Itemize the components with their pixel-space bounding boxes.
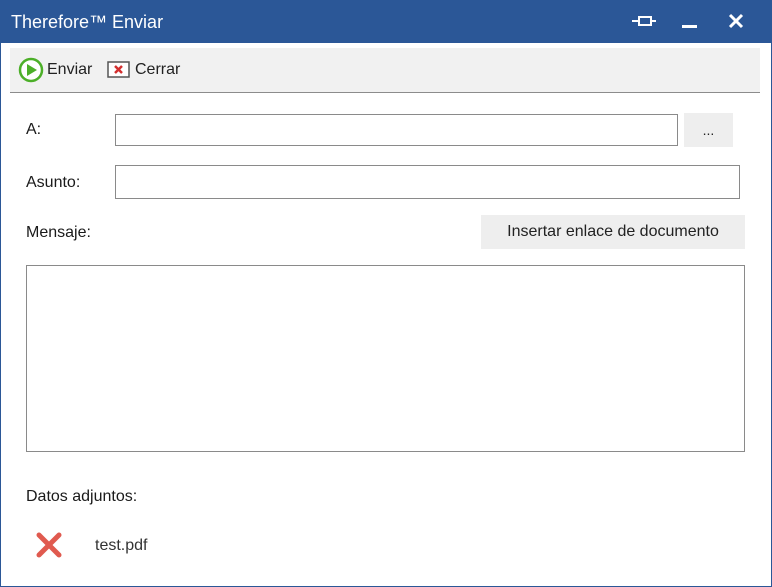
attachment-filename[interactable]: test.pdf (95, 536, 147, 556)
red-x-icon (36, 532, 62, 558)
send-label: Enviar (47, 61, 93, 78)
message-textarea[interactable] (26, 265, 745, 452)
close-button[interactable] (719, 6, 753, 38)
toolbar: Enviar Cerrar (10, 48, 760, 93)
subject-label: Asunto: (26, 174, 81, 191)
send-button[interactable]: Enviar (18, 56, 92, 84)
pin-icon (632, 16, 656, 26)
play-circle-icon (18, 57, 44, 83)
pin-button[interactable] (629, 6, 663, 38)
window-title: Therefore™ Enviar (11, 12, 164, 32)
attachments-label: Datos adjuntos: (26, 488, 138, 505)
send-dialog: Therefore™ Enviar Enviar Cerrar A: ... A… (0, 0, 772, 587)
title-bar[interactable]: Therefore™ Enviar (1, 1, 771, 43)
minimize-button[interactable] (673, 6, 707, 38)
close-icon (728, 13, 744, 29)
close-label: Cerrar (135, 61, 181, 78)
subject-input[interactable] (115, 165, 740, 199)
close-document-button[interactable]: Cerrar (106, 56, 180, 84)
message-label: Mensaje: (26, 224, 91, 241)
to-input[interactable] (115, 114, 678, 146)
insert-document-link-button[interactable]: Insertar enlace de documento (481, 215, 745, 249)
browse-recipients-button[interactable]: ... (684, 113, 733, 147)
remove-attachment-button[interactable] (35, 531, 63, 559)
close-document-icon (107, 61, 130, 78)
minimize-icon (682, 25, 697, 28)
to-label: A: (26, 121, 42, 138)
